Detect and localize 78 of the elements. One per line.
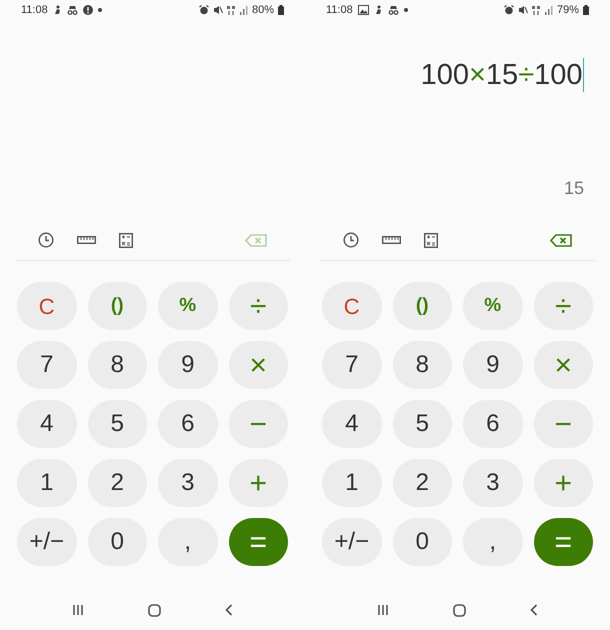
calculator-key[interactable]: 6 (158, 400, 218, 448)
expression: 100×15÷100 (420, 58, 582, 93)
calculator-key[interactable]: 0 (392, 518, 452, 566)
calculator-key[interactable]: × (534, 341, 593, 389)
dot-icon (98, 8, 102, 12)
calculator-key[interactable]: 1 (17, 459, 76, 507)
calculator-key[interactable]: = (228, 518, 288, 566)
history-icon[interactable] (38, 232, 54, 248)
calculator-key[interactable]: 5 (392, 400, 452, 448)
battery-icon (583, 5, 589, 15)
back-icon[interactable] (225, 604, 233, 616)
calculator-key[interactable]: +/− (17, 518, 76, 566)
calculator-key[interactable]: 3 (463, 459, 522, 507)
dot-icon (404, 8, 408, 12)
mute-icon (212, 5, 223, 15)
calculator-key[interactable]: , (463, 518, 522, 566)
calculator-key[interactable]: , (158, 518, 218, 566)
scientific-icon[interactable] (119, 232, 133, 248)
calculator-key[interactable]: () (392, 282, 452, 330)
calculator-key[interactable]: = (534, 518, 593, 566)
calculator-key[interactable]: − (228, 400, 288, 448)
calculator-key[interactable]: 8 (88, 341, 147, 389)
calculator-key[interactable]: 2 (392, 459, 452, 507)
calculator-key[interactable]: 7 (322, 341, 382, 389)
home-icon[interactable] (453, 604, 466, 616)
calculator-key[interactable]: 8 (392, 341, 452, 389)
recent-apps-icon[interactable] (72, 604, 84, 616)
calculator-key[interactable]: 9 (463, 341, 522, 389)
mute-icon (518, 5, 528, 15)
calculator-key[interactable]: + (228, 459, 288, 507)
calculator-key[interactable]: () (88, 282, 147, 330)
ruler-icon[interactable] (77, 236, 96, 244)
status-time: 11:08 (326, 2, 353, 18)
figure-icon (374, 5, 383, 15)
calculator-key[interactable]: 5 (88, 400, 147, 448)
spy-icon (66, 5, 78, 15)
recent-apps-icon[interactable] (377, 604, 389, 616)
calculator-key[interactable]: − (534, 400, 593, 448)
calculator-key[interactable]: 2 (88, 459, 147, 507)
calculator-key[interactable]: ÷ (534, 282, 593, 330)
history-icon[interactable] (343, 232, 359, 248)
alarm-icon (198, 5, 209, 15)
result-preview: 15 (564, 177, 584, 200)
calculator-key[interactable]: % (463, 282, 522, 330)
status-time: 11:08 (21, 2, 48, 18)
battery-icon (278, 5, 284, 15)
calculator-key[interactable]: C (322, 282, 382, 330)
calculator-key[interactable]: × (228, 341, 288, 389)
image-icon (358, 5, 369, 15)
calculator-key[interactable]: 9 (158, 341, 218, 389)
calculator-key[interactable]: 6 (463, 400, 522, 448)
figure-icon (52, 5, 62, 15)
calculator-key[interactable]: 1 (322, 459, 382, 507)
alarm-icon (504, 5, 514, 15)
calculator-key[interactable]: % (158, 282, 218, 330)
battery-percent: 79% (556, 2, 579, 18)
scientific-icon[interactable] (424, 232, 438, 248)
signal-icon (240, 6, 248, 14)
calculator-key[interactable]: + (534, 459, 593, 507)
calculator-key[interactable]: 7 (17, 341, 76, 389)
text-cursor (582, 58, 584, 92)
calculator-key[interactable]: 4 (17, 400, 76, 448)
alert-icon (82, 5, 93, 15)
spy-icon (388, 5, 399, 15)
ruler-icon[interactable] (382, 236, 401, 244)
calculator-key[interactable]: +/− (322, 518, 382, 566)
calculator-key[interactable]: 0 (88, 518, 147, 566)
network-icon (532, 5, 541, 15)
battery-percent: 80% (252, 2, 274, 18)
network-icon (226, 5, 236, 15)
backspace-icon[interactable] (550, 234, 572, 246)
calculator-key[interactable]: ÷ (228, 282, 288, 330)
signal-icon (544, 6, 553, 14)
home-icon[interactable] (148, 604, 161, 616)
calculator-key[interactable]: 3 (158, 459, 218, 507)
back-icon[interactable] (530, 604, 538, 616)
calculator-key[interactable]: 4 (322, 400, 382, 448)
calculator-key[interactable]: C (17, 282, 76, 330)
